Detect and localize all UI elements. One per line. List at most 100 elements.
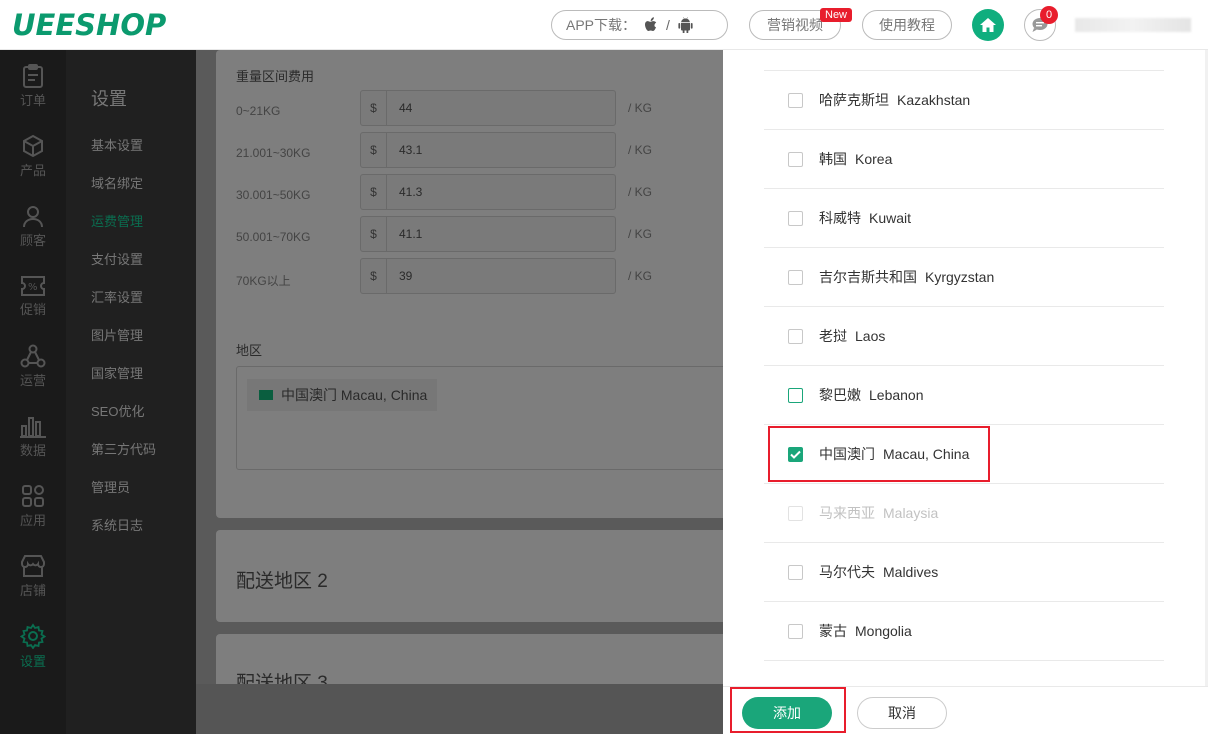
nav-item-store[interactable]: 店铺 [0,546,66,606]
weight-range-label: 0~21KG [236,104,281,118]
nav-label: 运营 [19,372,46,388]
weight-range-label: 70KG以上 [236,274,291,288]
country-row-kuwait[interactable]: 科威特 Kuwait [764,189,1164,248]
nav-label: 顾客 [19,232,46,248]
price-value: 41.3 [399,185,423,199]
checkbox[interactable] [788,387,803,403]
nav-label: 设置 [19,653,46,669]
macau-flag-icon [259,390,273,400]
country-label: 哈萨克斯坦 Kazakhstan [819,90,970,110]
country-row-korea[interactable]: 韩国 Korea [764,130,1164,189]
settings-subnav: 设置 基本设置 域名绑定 运费管理 支付设置 汇率设置 图片管理 国家管理 SE… [66,50,196,734]
nav-item-settings[interactable]: 设置 [0,616,66,676]
checkbox[interactable] [788,151,803,167]
nav-item-promotions[interactable]: % 促销 [0,266,66,326]
unit-label: / KG [628,101,653,115]
country-label: 科威特 Kuwait [819,208,911,228]
apple-icon[interactable] [644,17,658,33]
country-row-laos[interactable]: 老挝 Laos [764,307,1164,366]
subnav-item[interactable]: 域名绑定 [91,173,143,192]
subnav-item[interactable]: 支付设置 [91,249,143,268]
weight-section-label: 重量区间费用 [236,69,315,84]
country-label: 吉尔吉斯共和国 Kyrgyzstan [819,267,994,287]
country-label: 黎巴嫩 Lebanon [819,385,924,405]
checkbox[interactable] [788,210,803,226]
country-row-lebanon[interactable]: 黎巴嫩 Lebanon [764,366,1164,425]
nav-item-data[interactable]: 数据 [0,406,66,466]
user-account[interactable] [1075,18,1191,32]
bottom-strip [196,684,723,734]
nav-label: 促销 [19,301,46,317]
region-tag-label: 中国澳门 Macau, China [281,387,428,403]
home-button[interactable] [972,9,1004,41]
currency-symbol: $ [361,175,387,209]
nav-item-products[interactable]: 产品 [0,126,66,186]
svg-text:%: % [28,282,38,293]
new-badge: New [820,8,853,22]
subnav-title: 设置 [91,89,127,109]
region-box[interactable]: 中国澳门 Macau, China [236,366,723,470]
currency-symbol: $ [361,91,387,125]
country-en: Kuwait [869,210,912,226]
top-header: UEESHOP APP下载： / 营销视频 New 使用教程 0 [0,0,1208,50]
message-count-badge: 0 [1040,6,1058,24]
subnav-item[interactable]: 汇率设置 [91,287,143,306]
country-row-mongolia[interactable]: 蒙古 Mongolia [764,602,1164,661]
subnav-item-shipping[interactable]: 运费管理 [91,211,143,230]
checkbox[interactable] [788,269,803,285]
country-en: Laos [855,328,886,344]
checkbox[interactable] [788,328,803,344]
clipboard-icon [23,63,43,88]
unit-label: / KG [628,227,653,241]
bar-chart-icon [20,416,46,438]
country-row-kazakhstan[interactable]: 哈萨克斯坦 Kazakhstan [764,71,1164,130]
main-content: 重量区间费用 0~21KG $ 44 / KG 21.001~30KG $ 43… [196,50,723,734]
country-en: Mongolia [855,623,912,639]
checkbox[interactable] [788,564,803,580]
country-en: Malaysia [883,505,939,521]
section-title-2[interactable]: 配送地区 2 [236,566,328,593]
region-label: 地区 [236,343,263,358]
price-input[interactable]: $ 39 [360,258,616,294]
country-cn: 马尔代夫 [819,564,875,580]
region-tag[interactable]: 中国澳门 Macau, China [247,379,438,411]
unit-label: / KG [628,185,653,199]
tutorial-button[interactable]: 使用教程 [862,10,952,40]
subnav-item[interactable]: 第三方代码 [91,439,156,458]
currency-symbol: $ [361,217,387,251]
country-cn: 吉尔吉斯共和国 [819,269,917,285]
subnav-item[interactable]: SEO优化 [91,401,144,420]
highlight-box-macau [768,426,990,482]
nav-item-customers[interactable]: 顾客 [0,196,66,256]
subnav-item[interactable]: 管理员 [91,477,130,496]
unit-label: / KG [628,269,653,283]
country-cn: 马来西亚 [819,505,875,521]
subnav-item[interactable]: 图片管理 [91,325,143,344]
currency-symbol: $ [361,259,387,293]
checkbox[interactable] [788,623,803,639]
unit-label: / KG [628,143,653,157]
logo[interactable]: UEESHOP [12,8,166,42]
country-row-maldives[interactable]: 马尔代夫 Maldives [764,543,1164,602]
nav-item-operations[interactable]: 运营 [0,336,66,396]
nav-item-apps[interactable]: 应用 [0,476,66,536]
subnav-item[interactable]: 国家管理 [91,363,143,382]
price-input[interactable]: $ 43.1 [360,132,616,168]
price-input[interactable]: $ 44 [360,90,616,126]
country-row-kyrgyzstan[interactable]: 吉尔吉斯共和国 Kyrgyzstan [764,248,1164,307]
left-nav: 订单 产品 顾客 % 促销 运营 数据 应用 店铺 设置 [0,50,66,734]
subnav-item[interactable]: 系统日志 [91,515,143,534]
country-label: 马来西亚 Malaysia [819,503,938,523]
price-input[interactable]: $ 41.1 [360,216,616,252]
cancel-button[interactable]: 取消 [857,697,947,729]
price-input[interactable]: $ 41.3 [360,174,616,210]
app-download[interactable]: APP下载： / [551,10,728,40]
nav-item-orders[interactable]: 订单 [0,56,66,116]
android-icon[interactable] [678,17,693,33]
checkbox[interactable] [788,92,803,108]
subnav-item[interactable]: 基本设置 [91,135,143,154]
gear-icon [20,622,46,649]
weight-range-label: 50.001~70KG [236,230,311,244]
app-download-label: APP下载： [566,17,637,33]
home-icon [980,18,996,32]
